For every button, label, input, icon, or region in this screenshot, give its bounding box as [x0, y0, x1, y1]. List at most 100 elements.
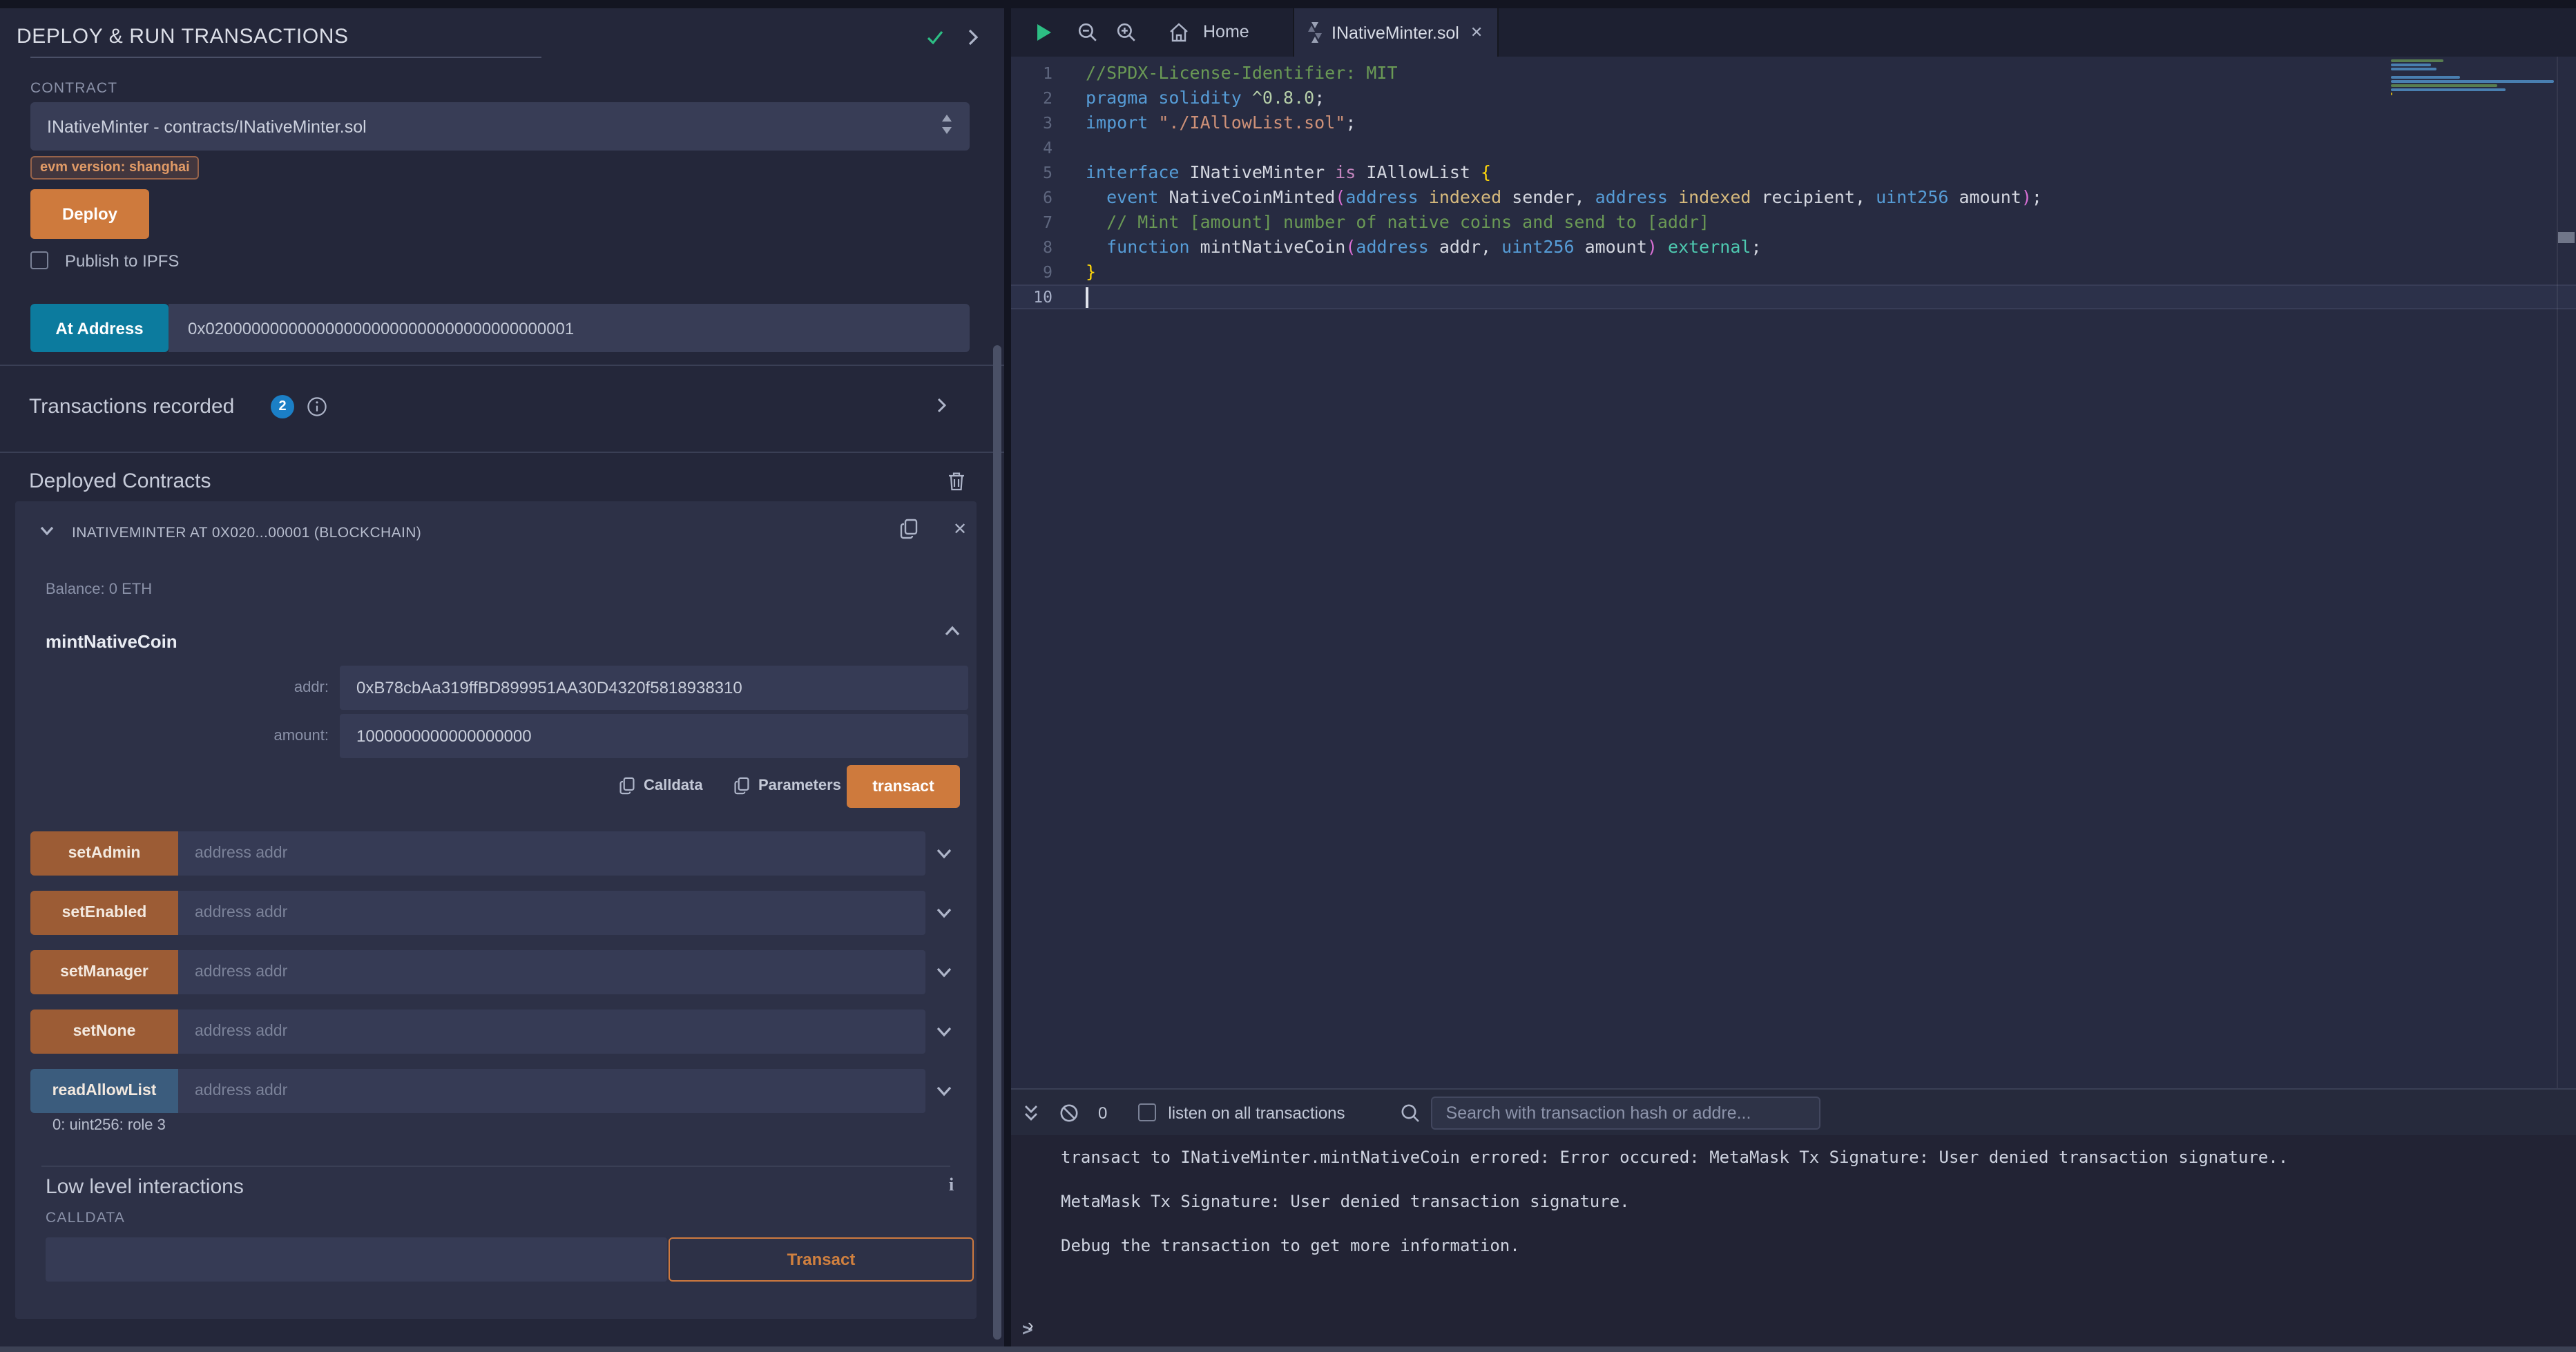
code-line-9[interactable]: 9}: [1011, 260, 2576, 284]
deploy-button[interactable]: Deploy: [30, 189, 149, 239]
panel-scrollbar[interactable]: [993, 345, 1001, 1340]
listen-all-checkbox[interactable]: [1137, 1103, 1155, 1121]
zoom-out-icon[interactable]: [1077, 22, 1098, 43]
copy-icon[interactable]: [619, 776, 635, 795]
select-arrows-icon: [941, 115, 953, 138]
play-icon[interactable]: [1036, 23, 1052, 41]
check-icon: [925, 28, 945, 47]
code-text: pragma solidity ^0.8.0;: [1086, 86, 1325, 110]
copy-icon[interactable]: [899, 518, 919, 540]
code-text: }: [1086, 260, 1096, 284]
code-line-5[interactable]: 5interface INativeMinter is IAllowList {: [1011, 160, 2576, 185]
search-icon: [1401, 1103, 1420, 1122]
terminal-search-input[interactable]: [1431, 1096, 1820, 1129]
divider: [0, 452, 1004, 453]
code-line-8[interactable]: 8 function mintNativeCoin(address addr, …: [1011, 235, 2576, 260]
chevron-up-icon[interactable]: [943, 623, 961, 639]
home-icon[interactable]: [1169, 22, 1189, 43]
setAdmin-button[interactable]: setAdmin: [30, 831, 178, 876]
chevron-down-icon[interactable]: [925, 831, 961, 876]
code-line-10[interactable]: 10: [1011, 284, 2576, 309]
editor-scrollbar-thumb[interactable]: [2558, 232, 2575, 243]
contract-select[interactable]: INativeMinter - contracts/INativeMinter.…: [30, 102, 970, 151]
code-line-4[interactable]: 4: [1011, 135, 2576, 160]
code-text: event NativeCoinMinted(address indexed s…: [1086, 185, 2042, 210]
function-row-setNone: setNone: [30, 1010, 961, 1054]
addr-field-input[interactable]: [340, 666, 968, 710]
code-line-6[interactable]: 6 event NativeCoinMinted(address indexed…: [1011, 185, 2576, 210]
deployed-contracts-title: Deployed Contracts: [29, 470, 211, 493]
at-address-input[interactable]: [169, 304, 970, 352]
calldata-copy-label[interactable]: Calldata: [644, 778, 703, 794]
code-line-3[interactable]: 3import "./IAllowList.sol";: [1011, 110, 2576, 135]
double-chevron-down-icon[interactable]: [1022, 1103, 1040, 1122]
code-text: function mintNativeCoin(address addr, ui…: [1086, 235, 1762, 260]
code-text: // Mint [amount] number of native coins …: [1086, 210, 1709, 235]
solidity-icon: [1308, 22, 1322, 43]
code-text: interface INativeMinter is IAllowList {: [1086, 160, 1491, 185]
terminal[interactable]: transact to INativeMinter.mintNativeCoin…: [1011, 1135, 2576, 1346]
code-line-1[interactable]: 1//SPDX-License-Identifier: MIT: [1011, 61, 2576, 86]
line-number: 9: [1011, 260, 1086, 284]
contract-instance-header[interactable]: INATIVEMINTER AT 0X020...00001 (BLOCKCHA…: [72, 525, 421, 541]
tab-label: INativeMinter.sol: [1332, 23, 1459, 42]
text-cursor: [1086, 287, 1088, 308]
readAllowList-button[interactable]: readAllowList: [30, 1069, 178, 1113]
window-bottom-strip: [0, 1346, 2576, 1352]
tab-inativeminter[interactable]: INativeMinter.sol ✕: [1293, 8, 1499, 57]
calldata-label: CALLDATA: [46, 1210, 125, 1226]
trash-icon[interactable]: [948, 471, 965, 492]
line-number: 5: [1011, 160, 1086, 185]
line-number: 7: [1011, 210, 1086, 235]
close-icon[interactable]: ✕: [1470, 23, 1483, 41]
terminal-tx-count: 0: [1098, 1103, 1107, 1122]
code-line-7[interactable]: 7 // Mint [amount] number of native coin…: [1011, 210, 2576, 235]
setNone-input[interactable]: [178, 1010, 925, 1054]
terminal-toolbar: 0 listen on all transactions: [1011, 1088, 2576, 1135]
chevron-down-icon[interactable]: [39, 522, 55, 539]
chevron-right-icon[interactable]: [964, 28, 981, 47]
zoom-in-icon[interactable]: [1116, 22, 1137, 43]
close-icon[interactable]: ✕: [953, 519, 967, 539]
chevron-down-icon[interactable]: [925, 1010, 961, 1054]
setEnabled-input[interactable]: [178, 891, 925, 935]
terminal-message: transact to INativeMinter.mintNativeCoin…: [1061, 1146, 2576, 1168]
line-number: 2: [1011, 86, 1086, 110]
title-underline: [30, 57, 541, 58]
editor-minimap[interactable]: [2391, 59, 2557, 101]
amount-field-input[interactable]: [340, 714, 968, 758]
chevron-down-icon[interactable]: [925, 1069, 961, 1113]
expand-panel-chevron-icon[interactable]: ›: [1028, 1315, 1034, 1335]
editor-scrollbar[interactable]: [2557, 57, 2576, 1088]
setNone-button[interactable]: setNone: [30, 1010, 178, 1054]
evm-version-badge: evm version: shanghai: [30, 156, 200, 180]
readAllowList-input[interactable]: [178, 1069, 925, 1113]
chevron-right-icon[interactable]: [934, 396, 949, 414]
low-level-transact-button[interactable]: Transact: [669, 1237, 974, 1282]
parameters-copy-label[interactable]: Parameters: [758, 778, 841, 794]
setEnabled-button[interactable]: setEnabled: [30, 891, 178, 935]
tab-home-label[interactable]: Home: [1203, 22, 1249, 41]
publish-ipfs-checkbox[interactable]: [30, 251, 48, 269]
setManager-input[interactable]: [178, 950, 925, 994]
ban-icon[interactable]: [1059, 1103, 1079, 1122]
code-text: [1086, 284, 1088, 309]
transactions-recorded-label: Transactions recorded: [29, 395, 234, 418]
setAdmin-input[interactable]: [178, 831, 925, 876]
addr-field-label: addr:: [195, 679, 329, 696]
function-row-setManager: setManager: [30, 950, 961, 994]
code-line-2[interactable]: 2pragma solidity ^0.8.0;: [1011, 86, 2576, 110]
low-level-calldata-input[interactable]: [46, 1237, 667, 1282]
chevron-down-icon[interactable]: [925, 950, 961, 994]
listen-all-label: listen on all transactions: [1168, 1103, 1345, 1122]
transact-button[interactable]: transact: [847, 765, 960, 808]
chevron-down-icon[interactable]: [925, 891, 961, 935]
panel-editor-divider[interactable]: [1004, 0, 1011, 1352]
setManager-button[interactable]: setManager: [30, 950, 178, 994]
editor-tabbar: Home INativeMinter.sol ✕: [1011, 8, 2576, 57]
code-text: import "./IAllowList.sol";: [1086, 110, 1356, 135]
deployed-contract-card: INATIVEMINTER AT 0X020...00001 (BLOCKCHA…: [15, 501, 977, 1319]
at-address-button[interactable]: At Address: [30, 304, 169, 352]
copy-icon[interactable]: [733, 776, 750, 795]
code-editor[interactable]: 1//SPDX-License-Identifier: MIT2pragma s…: [1011, 57, 2576, 1088]
